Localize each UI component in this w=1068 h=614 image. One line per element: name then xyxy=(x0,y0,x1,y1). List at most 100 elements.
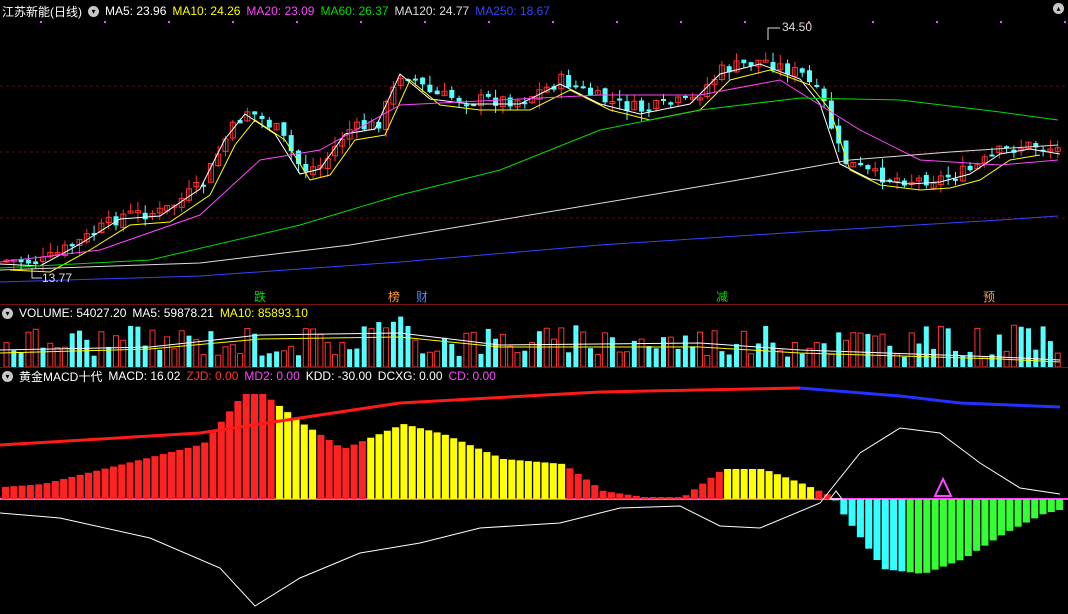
macd-hist-bar xyxy=(707,477,715,499)
macd-hist-bar xyxy=(176,449,184,499)
macd-hist-bar xyxy=(383,430,391,499)
candlestick-chart[interactable] xyxy=(0,0,1068,304)
volume-bar xyxy=(164,336,171,367)
macd-hist-bar xyxy=(35,484,43,499)
volume-bar xyxy=(420,353,426,367)
volume-pane[interactable]: ▾ VOLUME: 54027.20 MA5: 59878.21 MA10: 8… xyxy=(0,305,1068,367)
volume-bar xyxy=(799,353,805,367)
candle-body xyxy=(142,212,148,220)
volume-bar xyxy=(193,338,200,367)
macd-chart[interactable] xyxy=(0,368,1068,614)
dropdown-icon[interactable]: ▾ xyxy=(2,370,13,382)
volume-bar xyxy=(252,333,258,367)
volume-bar xyxy=(98,331,105,367)
candle-body xyxy=(463,104,469,107)
macd-hist-bar xyxy=(840,499,848,515)
volume-bar xyxy=(594,354,601,367)
volume-bar xyxy=(580,331,587,367)
volume-bar xyxy=(726,354,732,367)
volume-bar xyxy=(748,353,755,367)
volume-bar xyxy=(653,348,659,367)
macd-hist-bar xyxy=(724,469,732,499)
volume-bar xyxy=(222,346,229,367)
macd-hist-bar xyxy=(989,499,997,541)
macd-hist-bar xyxy=(757,469,765,499)
top-dot-marker xyxy=(232,21,234,23)
volume-bar xyxy=(828,354,835,367)
marker-yu[interactable]: 预 xyxy=(983,288,995,305)
volume-bar xyxy=(566,352,572,367)
volume-bar xyxy=(405,326,411,367)
top-dot-marker xyxy=(552,21,554,23)
volume-bar xyxy=(777,349,784,367)
macd-hist-bar xyxy=(267,399,275,499)
macd-hist-bar xyxy=(923,499,931,573)
volume-bar xyxy=(434,350,441,367)
volume-bar xyxy=(113,335,119,367)
volume-bar xyxy=(908,332,915,367)
ma120-label: MA120: 24.77 xyxy=(394,4,470,18)
volume-bar xyxy=(887,345,893,367)
candle-body xyxy=(420,77,426,85)
volume-bar xyxy=(368,328,375,367)
macd-hist-bar xyxy=(143,458,151,499)
marker-bang[interactable]: 榜 xyxy=(388,288,400,305)
dropdown-icon[interactable]: ▾ xyxy=(2,307,13,319)
macd-pane[interactable]: ▾ 黄金MACD十代 MACD: 16.02 ZJD: 0.00 MD2: 0.… xyxy=(0,368,1068,614)
macd-hist-bar xyxy=(60,478,68,499)
volume-bar xyxy=(449,343,455,367)
volume-bar xyxy=(529,342,536,367)
macd-hist-bar xyxy=(964,499,972,556)
macd-hist-bar xyxy=(2,486,9,499)
volume-bar xyxy=(266,353,272,367)
candle-body xyxy=(814,84,820,87)
kline-header: 江苏新能(日线) ▾ MA5: 23.96 MA10: 24.26 MA20: … xyxy=(2,3,550,19)
volume-bar xyxy=(836,332,842,367)
kline-pane[interactable]: 江苏新能(日线) ▾ MA5: 23.96 MA10: 24.26 MA20: … xyxy=(0,0,1068,304)
candle-body xyxy=(741,59,747,64)
macd-hist-bar xyxy=(699,483,707,499)
volume-bar xyxy=(442,337,447,367)
candle-body xyxy=(639,100,645,112)
volume-label: VOLUME: 54027.20 xyxy=(19,306,127,320)
volume-bar xyxy=(332,354,338,367)
candle-body xyxy=(33,261,39,265)
macd-hist-bar xyxy=(931,499,939,570)
candle-body xyxy=(624,101,630,112)
candle-body xyxy=(682,95,688,98)
volume-bar xyxy=(280,350,287,367)
macd-hist-bar xyxy=(740,469,748,499)
marker-jian[interactable]: 减 xyxy=(716,288,728,305)
top-dot-marker xyxy=(1000,21,1002,23)
macd-hist-bar xyxy=(856,499,864,538)
macd-hist-bar xyxy=(649,497,657,499)
candle-body xyxy=(661,98,666,101)
volume-bar xyxy=(631,340,637,367)
macd-hist-bar xyxy=(242,394,250,499)
macd-hist-bar xyxy=(591,485,599,499)
candle-body xyxy=(945,174,951,178)
volume-bar xyxy=(1026,328,1031,367)
macd-hist-bar xyxy=(500,459,507,499)
marker-cai[interactable]: 财 xyxy=(416,288,428,305)
volume-bar xyxy=(91,355,97,367)
dropdown-icon[interactable]: ▾ xyxy=(88,5,99,17)
macd-hist-bar xyxy=(101,468,109,499)
volume-bar xyxy=(609,337,615,367)
ma250-line xyxy=(0,215,1059,283)
volume-bar xyxy=(763,326,769,367)
ma5-label: MA5: 23.96 xyxy=(105,4,167,18)
volume-bar xyxy=(522,350,528,367)
macd-hist-bar xyxy=(533,461,541,499)
marker-die[interactable]: 跌 xyxy=(254,288,266,305)
volume-bar xyxy=(426,351,433,367)
macd-hist-bar xyxy=(890,499,898,571)
macd-hist-bar xyxy=(68,476,76,499)
candle-body xyxy=(807,70,812,83)
candle-body xyxy=(967,165,973,171)
macd-hist-bar xyxy=(574,473,582,499)
candle-body xyxy=(288,135,294,152)
volume-bar xyxy=(704,355,711,367)
macd-hist-bar xyxy=(682,495,690,499)
volume-bar xyxy=(931,348,937,367)
